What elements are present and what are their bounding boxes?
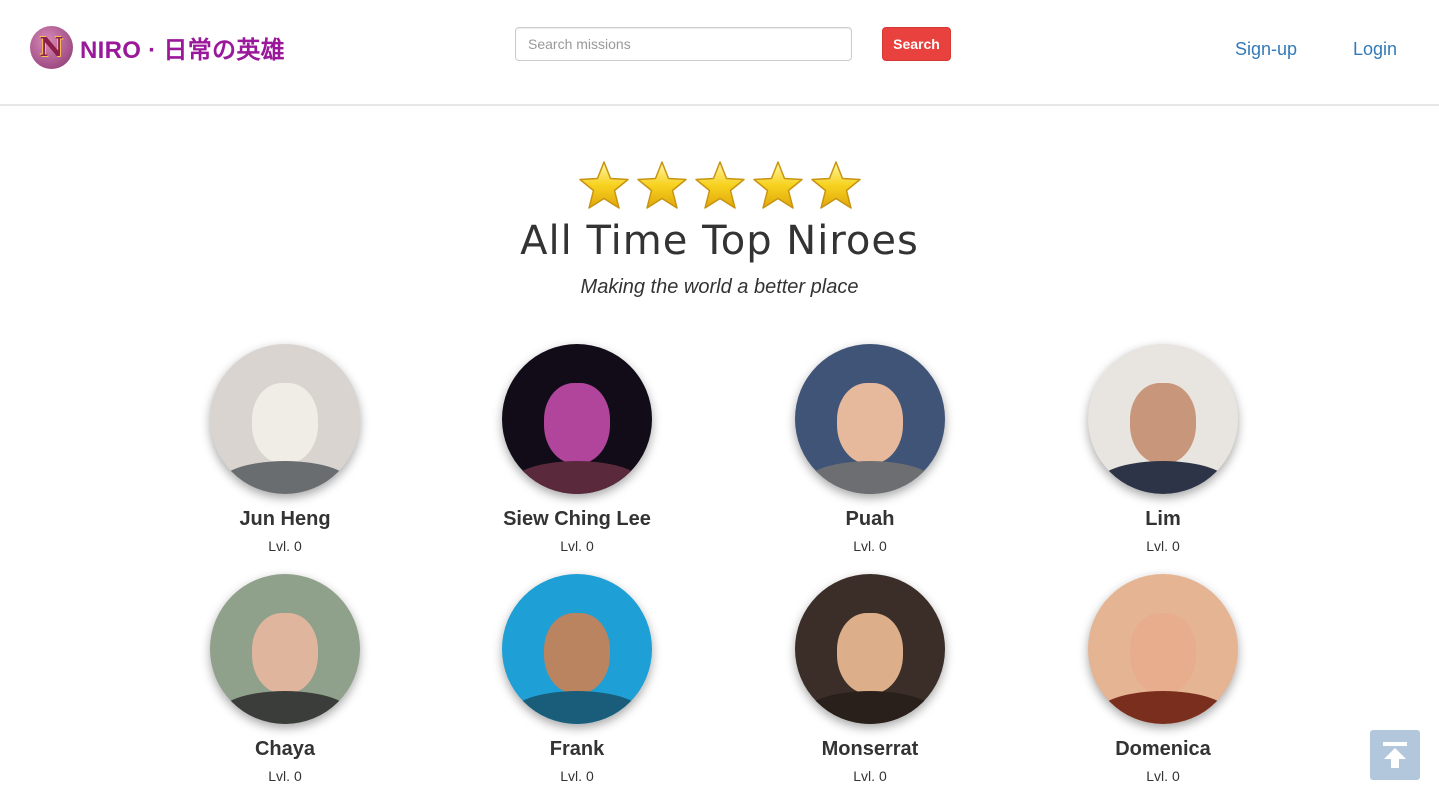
signup-link[interactable]: Sign-up: [1235, 39, 1297, 60]
hero-name[interactable]: Siew Ching Lee: [457, 508, 697, 531]
star-icon: [809, 160, 863, 216]
avatar[interactable]: [210, 344, 360, 494]
avatar-face: [1130, 613, 1196, 694]
hero-card[interactable]: Jun Heng Lvl. 0: [165, 344, 405, 554]
avatar-body: [802, 461, 938, 494]
hero-card[interactable]: Lim Lvl. 0: [1043, 344, 1283, 554]
hero-card[interactable]: Domenica Lvl. 0: [1043, 574, 1283, 784]
hero-name[interactable]: Monserrat: [750, 738, 990, 761]
avatar[interactable]: [795, 574, 945, 724]
hero-name[interactable]: Domenica: [1043, 738, 1283, 761]
avatar-face: [837, 383, 903, 464]
avatar-face: [252, 383, 318, 464]
hero-card[interactable]: Monserrat Lvl. 0: [750, 574, 990, 784]
avatar-body: [802, 691, 938, 724]
hero-card[interactable]: Chaya Lvl. 0: [165, 574, 405, 784]
avatar-body: [217, 691, 353, 724]
avatar-face: [1130, 383, 1196, 464]
hero-level: Lvl. 0: [560, 538, 594, 554]
star-icon: [635, 160, 689, 216]
avatar-face: [837, 613, 903, 694]
hero-name[interactable]: Lim: [1043, 508, 1283, 531]
niro-logo-icon: N: [30, 26, 73, 69]
hero-name[interactable]: Frank: [457, 738, 697, 761]
brand-link[interactable]: N NIRO · 日常の英雄: [30, 26, 285, 69]
avatar-body: [1095, 691, 1231, 724]
rating-stars: [0, 160, 1439, 216]
back-to-top-button[interactable]: [1370, 730, 1420, 780]
avatar[interactable]: [1088, 344, 1238, 494]
star-icon: [751, 160, 805, 216]
navbar: N NIRO · 日常の英雄 Search Sign-up Login: [0, 0, 1439, 106]
avatar-face: [544, 383, 610, 464]
avatar[interactable]: [502, 574, 652, 724]
hero-name[interactable]: Puah: [750, 508, 990, 531]
hero-level: Lvl. 0: [560, 768, 594, 784]
hero-level: Lvl. 0: [853, 768, 887, 784]
hero-level: Lvl. 0: [1146, 538, 1180, 554]
page-title: All Time Top Niroes: [520, 218, 919, 264]
avatar-body: [1095, 461, 1231, 494]
avatar-body: [509, 691, 645, 724]
star-icon: [577, 160, 631, 216]
hero-level: Lvl. 0: [268, 538, 302, 554]
avatar[interactable]: [502, 344, 652, 494]
login-link[interactable]: Login: [1353, 39, 1397, 60]
avatar[interactable]: [795, 344, 945, 494]
hero-name[interactable]: Jun Heng: [165, 508, 405, 531]
hero-level: Lvl. 0: [268, 768, 302, 784]
avatar-body: [509, 461, 645, 494]
arrow-up-to-line-icon: [1383, 742, 1407, 768]
hero-card[interactable]: Siew Ching Lee Lvl. 0: [457, 344, 697, 554]
search-button[interactable]: Search: [882, 27, 951, 61]
hero-section: All Time Top Niroes Making the world a b…: [0, 160, 1439, 299]
star-icon: [693, 160, 747, 216]
avatar-face: [544, 613, 610, 694]
hero-level: Lvl. 0: [853, 538, 887, 554]
hero-level: Lvl. 0: [1146, 768, 1180, 784]
avatar[interactable]: [1088, 574, 1238, 724]
brand-name: NIRO · 日常の英雄: [80, 37, 285, 64]
avatar[interactable]: [210, 574, 360, 724]
hero-name[interactable]: Chaya: [165, 738, 405, 761]
avatar-body: [217, 461, 353, 494]
avatar-face: [252, 613, 318, 694]
search-input[interactable]: [515, 27, 852, 61]
page-subtitle: Making the world a better place: [580, 276, 859, 298]
hero-card[interactable]: Puah Lvl. 0: [750, 344, 990, 554]
hero-card[interactable]: Frank Lvl. 0: [457, 574, 697, 784]
